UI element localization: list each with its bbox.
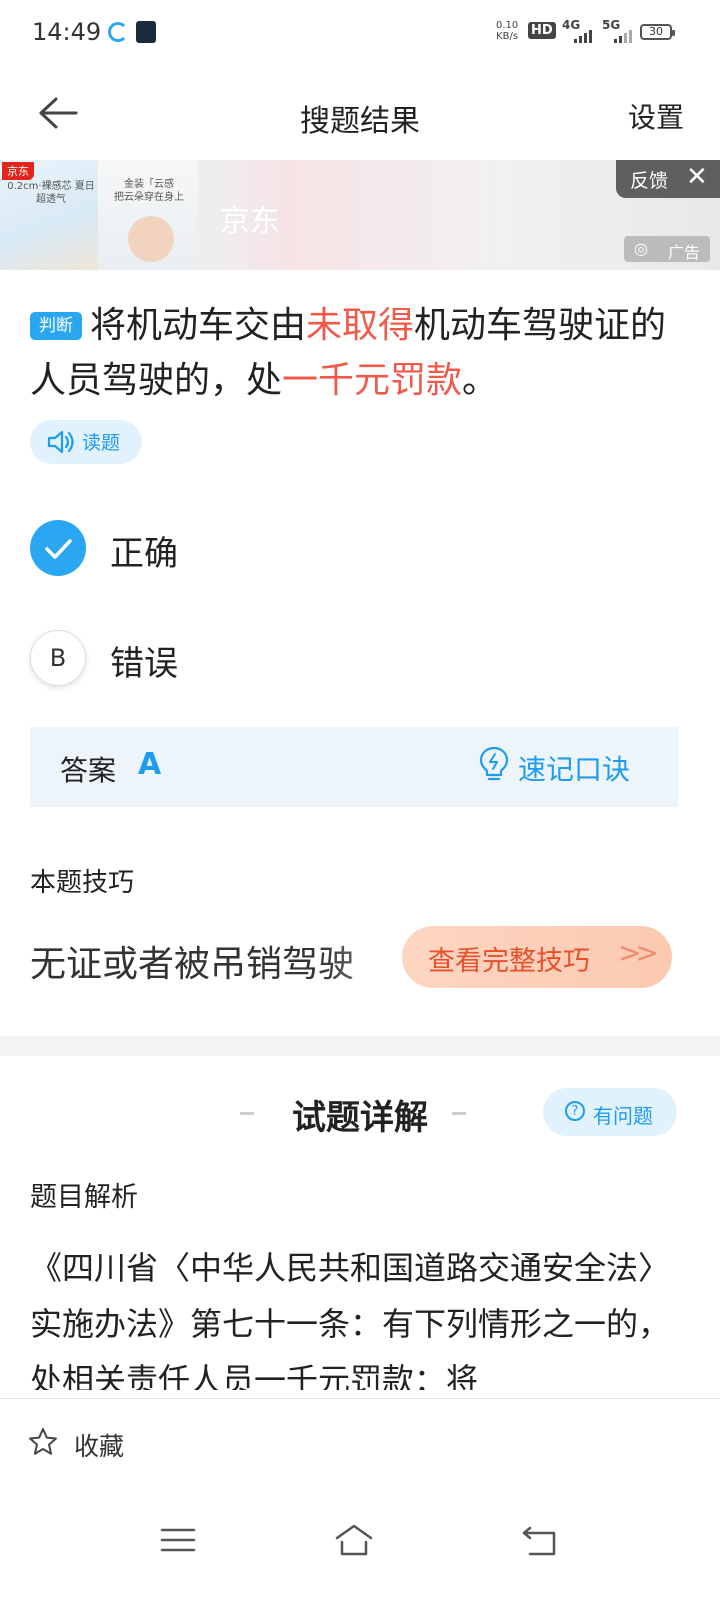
ad-tag-label: 广告 <box>668 243 701 262</box>
ad-image-1-text: 0.2cm·裸感芯 夏日超透气 <box>7 181 95 205</box>
ad-banner[interactable]: 0.2cm·裸感芯 夏日超透气 京东 金装「云感 把云朵穿在身上 京东 反馈 ✕… <box>0 160 720 270</box>
option-label: 错误 <box>110 644 178 684</box>
home-icon[interactable] <box>334 1520 374 1560</box>
page-title: 搜题结果 <box>300 104 420 139</box>
back-nav-icon[interactable] <box>520 1520 560 1560</box>
option-a[interactable]: 正确 <box>30 520 690 580</box>
app-notification-icon-2 <box>136 21 156 43</box>
status-time: 14:49 <box>32 18 102 46</box>
mnemonic-button[interactable]: 速记口诀 <box>518 748 630 788</box>
system-nav-bar <box>0 1490 720 1600</box>
check-icon <box>30 520 86 576</box>
ad-tag: ◎ 广告 <box>624 236 710 262</box>
read-question-label: 读题 <box>82 432 121 454</box>
answer-label: 答案 <box>60 754 117 787</box>
answer-panel: 答案 A 速记口诀 <box>30 727 678 807</box>
network-rate: 0.10 KB/s <box>496 20 519 42</box>
sim2-signal-icon <box>614 30 632 43</box>
question-type-tag: 判断 <box>30 312 82 340</box>
report-problem-label: 有问题 <box>593 1104 653 1128</box>
menu-icon[interactable] <box>158 1520 198 1560</box>
ad-image-2: 金装「云感 把云朵穿在身上 <box>98 160 198 270</box>
double-chevron-icon: >> <box>618 936 659 969</box>
ad-info-icon: ◎ <box>634 239 648 258</box>
option-b[interactable]: B 错误 <box>30 630 690 690</box>
battery-icon: 30 <box>640 24 675 40</box>
highlight-text: 未取得 <box>306 305 415 346</box>
bottom-bar: 收藏 <box>0 1398 720 1491</box>
read-question-button[interactable]: 读题 <box>30 420 142 464</box>
settings-button[interactable]: 设置 <box>628 96 684 136</box>
ad-brand: 京东 <box>220 204 280 239</box>
jd-logo: 京东 <box>2 162 34 180</box>
question-text: 判断 将机动车交由未取得机动车驾驶证的人员驾驶的，处一千元罚款。 <box>30 305 667 401</box>
question-mark-icon: ? <box>565 1101 585 1121</box>
ad-feedback-label: 反馈 <box>630 170 669 192</box>
baby-photo <box>128 216 174 262</box>
analysis-title: 题目解析 <box>30 1182 138 1213</box>
favorite-button[interactable]: 收藏 <box>74 1427 124 1463</box>
option-letter: B <box>30 630 86 686</box>
ad-feedback-button[interactable]: 反馈 ✕ <box>616 160 720 198</box>
app-header: 搜题结果 设置 <box>0 66 720 160</box>
section-divider <box>0 1036 720 1056</box>
answer-value: A <box>138 747 162 782</box>
sim1-signal-icon <box>574 30 592 43</box>
view-full-tips-label: 查看完整技巧 <box>428 946 590 977</box>
status-bar: 14:49 0.10 KB/s HD 4G 5G 30 <box>0 0 720 66</box>
ad-image-2-text: 金装「云感 把云朵穿在身上 <box>114 179 184 203</box>
close-icon[interactable]: ✕ <box>686 162 708 192</box>
tips-title: 本题技巧 <box>30 868 135 898</box>
lightbulb-icon[interactable] <box>478 745 510 785</box>
highlight-text: 一千元罚款 <box>282 360 463 401</box>
title-dash-right <box>452 1112 466 1115</box>
analysis-text: 《四川省〈中华人民共和国道路交通安全法〉实施办法》第七十一条：有下列情形之一的，… <box>30 1249 671 1390</box>
speaker-icon <box>46 428 76 456</box>
view-full-tips-button[interactable]: 查看完整技巧 >> <box>402 926 672 988</box>
star-icon[interactable] <box>28 1427 58 1457</box>
report-problem-button[interactable]: ? 有问题 <box>543 1088 677 1136</box>
option-label: 正确 <box>110 534 178 574</box>
hd-icon: HD <box>528 22 556 39</box>
app-notification-icon <box>108 22 128 42</box>
